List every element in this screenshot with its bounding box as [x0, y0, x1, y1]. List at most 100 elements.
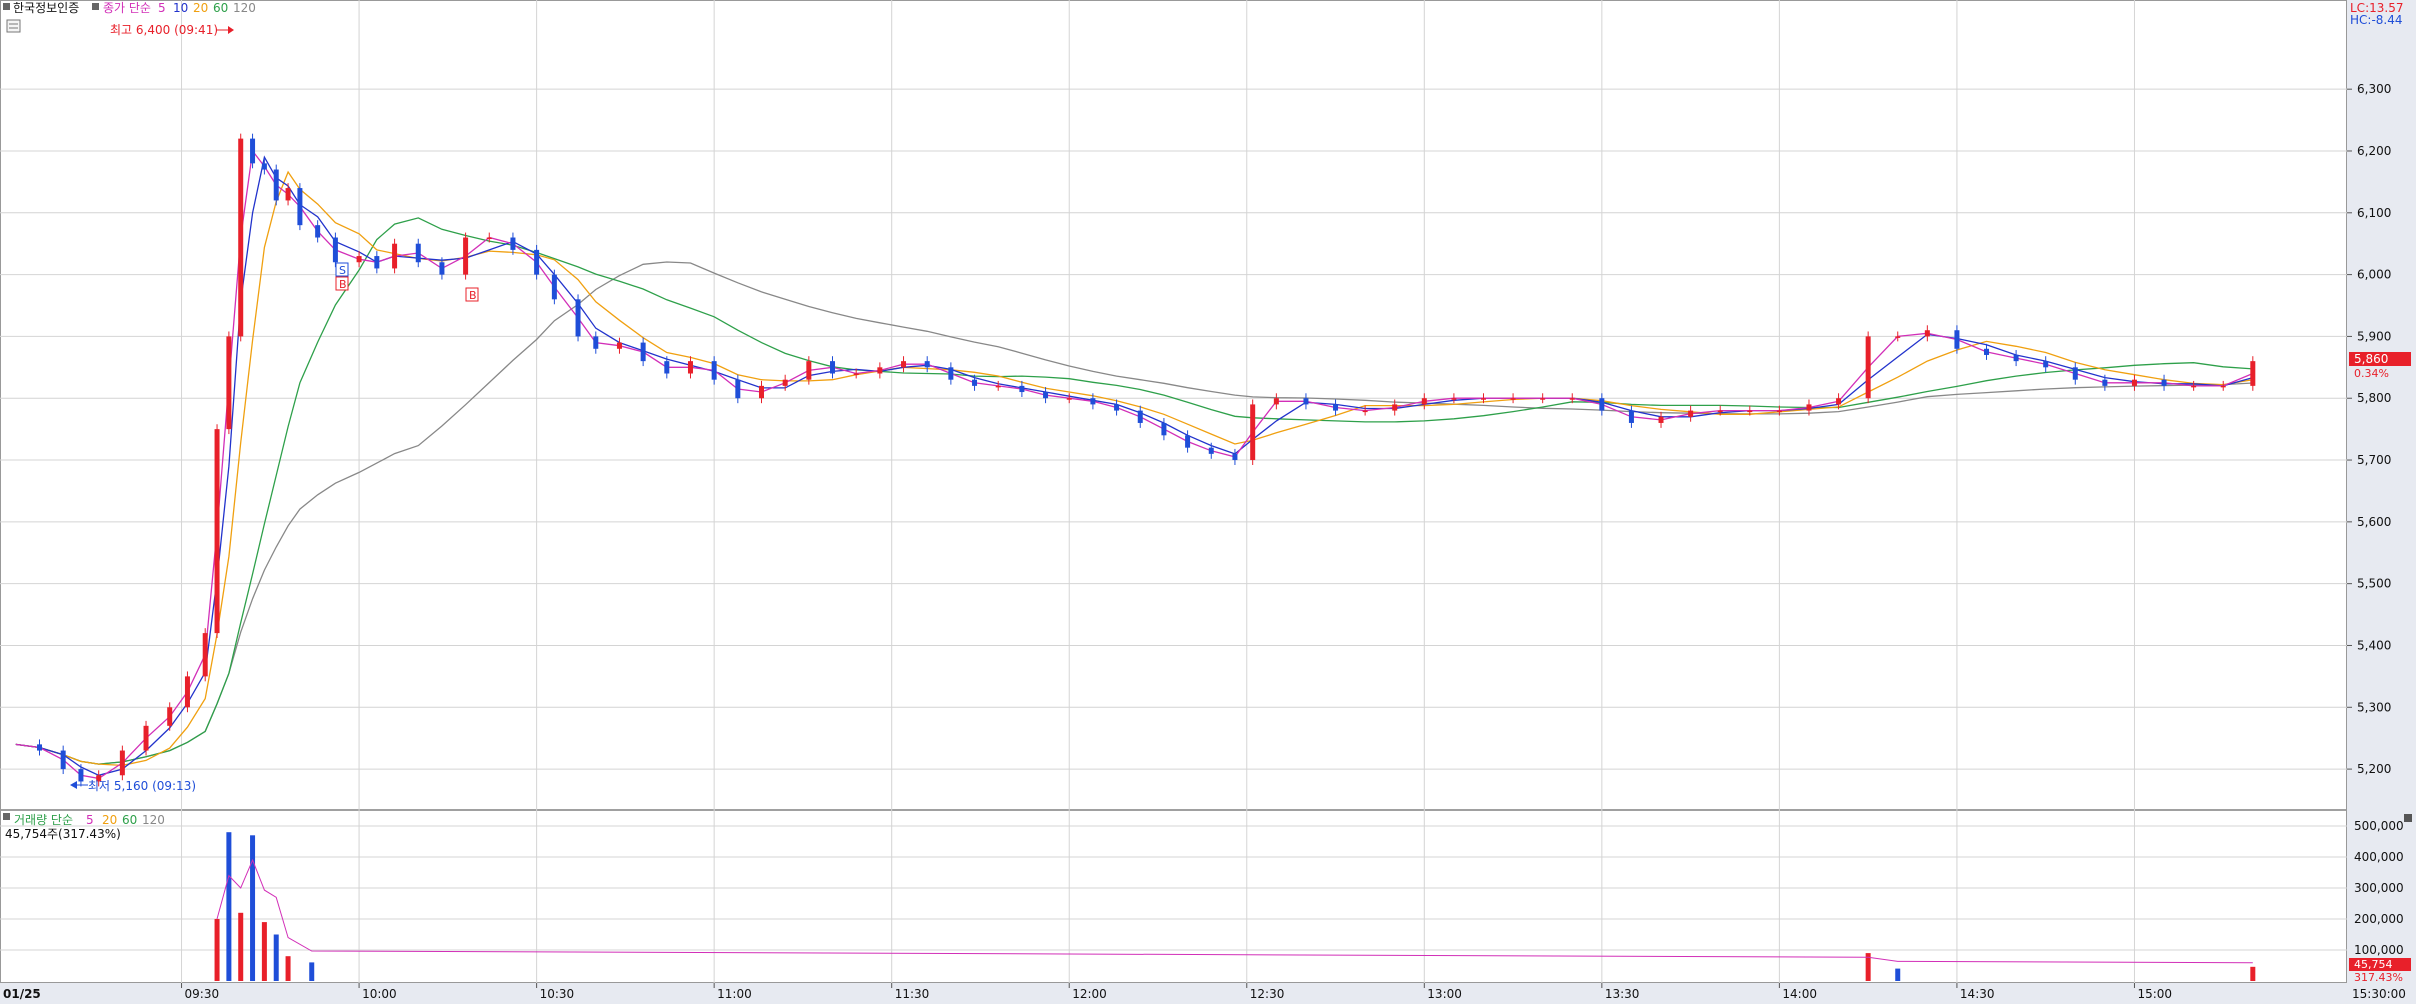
candle-up	[1540, 398, 1546, 400]
candle-up	[782, 379, 788, 386]
y-tick-label: 6,100	[2357, 206, 2391, 220]
low-marker: 최저 5,160 (09:13)	[88, 779, 196, 793]
candle-down	[664, 361, 670, 374]
vol-legend-20: 20	[102, 813, 117, 827]
candle-down	[273, 169, 279, 201]
svg-text:B: B	[469, 289, 477, 302]
volume-readout: 45,754주(317.43%)	[5, 827, 121, 841]
volume-panel-icon[interactable]	[2404, 814, 2412, 822]
volume-bar	[214, 919, 220, 981]
candle-up	[1451, 398, 1457, 400]
volume-bar	[2250, 966, 2256, 981]
candle-down	[948, 367, 954, 380]
menu-square-icon[interactable]	[3, 3, 10, 10]
candle-down	[2161, 379, 2167, 386]
date-label: 01/25	[3, 987, 41, 1001]
end-time-label: 15:30:00	[2352, 987, 2406, 1001]
candle-down	[1019, 385, 1025, 393]
candle-down	[1628, 410, 1634, 423]
candle-down	[640, 342, 646, 362]
volume-menu-icon[interactable]	[3, 813, 10, 820]
vol-legend-5: 5	[86, 813, 94, 827]
candle-down	[2013, 354, 2019, 362]
candle-down	[78, 769, 84, 782]
legend-ma5: 5	[158, 1, 166, 15]
candle-up	[687, 361, 693, 374]
x-tick-label: 10:30	[540, 987, 575, 1001]
vol-legend-60: 60	[122, 813, 137, 827]
candle-down	[1232, 453, 1238, 461]
candle-up	[119, 750, 125, 776]
candle-down	[510, 237, 516, 250]
candle-down	[534, 249, 540, 275]
candle-down	[374, 256, 380, 269]
y-tick-label: 5,200	[2357, 762, 2391, 776]
current-change: 0.34%	[2354, 367, 2389, 380]
volume-tick-label: 100,000	[2354, 943, 2404, 957]
candle-down	[415, 243, 421, 263]
y-tick-label: 5,400	[2357, 638, 2391, 652]
candle-up	[1421, 398, 1427, 405]
volume-tick-label: 200,000	[2354, 912, 2404, 926]
volume-bar	[261, 922, 267, 981]
svg-text:B: B	[339, 278, 347, 291]
volume-tick-label: 300,000	[2354, 881, 2404, 895]
price-legend-prefix: 종가 단순	[103, 1, 151, 15]
candle-up	[226, 336, 232, 430]
volume-tick-label: 500,000	[2354, 819, 2404, 833]
legend-square-icon[interactable]	[92, 3, 99, 10]
x-tick-label: 15:00	[2137, 987, 2172, 1001]
candle-up	[806, 361, 812, 380]
candle-up	[392, 243, 398, 269]
volume-bar	[226, 832, 232, 981]
x-tick-label: 10:00	[362, 987, 397, 1001]
candle-up	[877, 367, 883, 374]
x-tick-label: 11:00	[717, 987, 752, 1001]
y-tick-label: 5,300	[2357, 700, 2391, 714]
candle-up	[1569, 398, 1575, 400]
candle-down	[1114, 404, 1120, 411]
volume-tick-label: 400,000	[2354, 850, 2404, 864]
hc-label: HC:-8.44	[2350, 13, 2403, 27]
candle-down	[1303, 398, 1309, 405]
stock-chart[interactable]: 6,300 6,200 6,100 6,000 5,900 5,800 5,700 5,600…	[0, 0, 2416, 1004]
stock-name: 한국정보인증	[13, 1, 79, 15]
x-tick-label: 09:30	[185, 987, 220, 1001]
candle-up	[853, 373, 859, 376]
candle-up	[356, 256, 362, 263]
y-tick-label: 5,500	[2357, 577, 2391, 591]
candle-down	[1161, 422, 1167, 436]
y-tick-label: 6,200	[2357, 144, 2391, 158]
x-tick-label: 12:00	[1072, 987, 1107, 1001]
signal-buy-badge: B	[335, 276, 349, 291]
candle-down	[972, 379, 978, 386]
candle-up	[463, 237, 469, 275]
candle-down	[1954, 330, 1960, 349]
candle-up	[1066, 398, 1072, 400]
y-tick-label: 5,700	[2357, 453, 2391, 467]
candle-down	[60, 750, 66, 770]
candle-down	[1984, 348, 1990, 355]
candle-down	[439, 262, 445, 275]
signal-sell-badge: S	[335, 262, 349, 277]
current-volume-pct: 317.43%	[2354, 971, 2403, 984]
candle-down	[1137, 410, 1143, 423]
candle-up	[486, 237, 492, 240]
candle-down	[37, 744, 43, 751]
vol-legend-120: 120	[142, 813, 165, 827]
x-tick-label: 13:30	[1605, 987, 1640, 1001]
panel-toggle-icon[interactable]	[6, 19, 21, 33]
candle-down	[711, 361, 717, 380]
candle-down	[2102, 379, 2108, 386]
candle-up	[1717, 410, 1723, 413]
candle-down	[2072, 367, 2078, 380]
candle-up	[1776, 410, 1782, 413]
candle-up	[202, 633, 208, 677]
candle-up	[1273, 398, 1279, 405]
candle-down	[315, 225, 321, 238]
y-tick-label: 5,900	[2357, 329, 2391, 343]
candle-up	[1806, 404, 1812, 411]
high-marker: 최고 6,400 (09:41)	[110, 23, 218, 37]
candle-up	[1688, 410, 1694, 417]
x-tick-label: 14:30	[1960, 987, 1995, 1001]
